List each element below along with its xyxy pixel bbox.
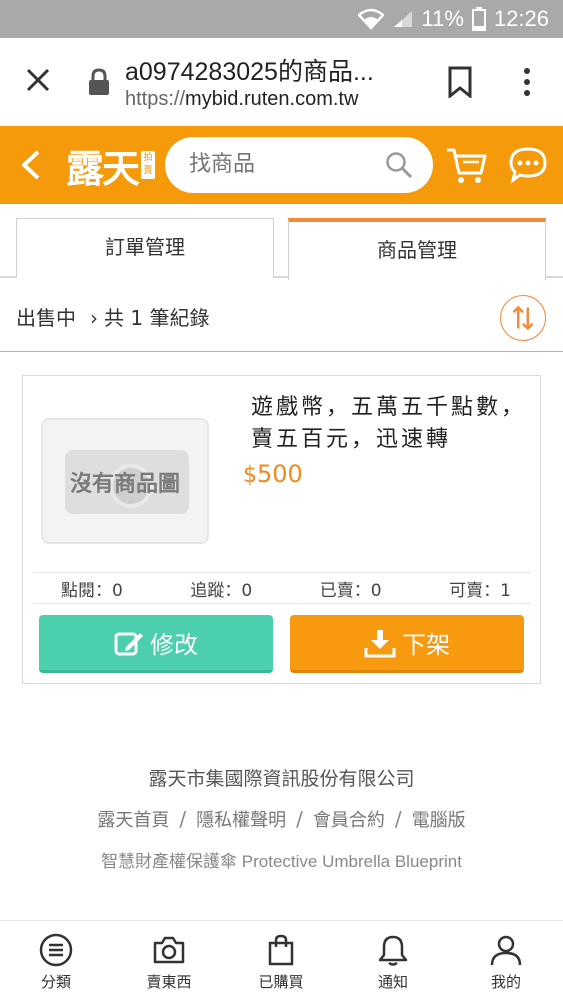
nav-categories[interactable]: 分類 — [11, 933, 101, 992]
nav-label: 已購買 — [258, 973, 304, 991]
footer-links: 露天首頁 / 隱私權聲明 / 會員合約 / 電腦版 — [0, 806, 563, 832]
nav-sell[interactable]: 賣東西 — [124, 933, 214, 992]
tab-order-management[interactable]: 訂單管理 — [16, 218, 274, 278]
footer-link-desktop[interactable]: 電腦版 — [412, 810, 466, 831]
stat-available: 可賣：1 — [449, 580, 511, 601]
record-count: 共 1 筆紀錄 — [104, 306, 210, 330]
edit-label: 修改 — [150, 631, 198, 659]
stat-sold: 已賣：0 — [319, 580, 382, 601]
chat-icon[interactable] — [508, 146, 548, 184]
clock: 12:26 — [493, 6, 549, 31]
company-name: 露天市集國際資訊股份有限公司 — [148, 768, 415, 790]
product-stats: 點閱：0 追蹤：0 已賣：0 可賣：1 — [33, 572, 531, 604]
edit-button[interactable]: 修改 — [39, 615, 273, 673]
logo-text: 露天 — [66, 146, 140, 191]
menu-circle-icon — [39, 933, 73, 967]
footer-link-home[interactable]: 露天首頁 — [97, 810, 169, 831]
nav-notifications[interactable]: 通知 — [348, 933, 438, 992]
url-scheme: https:// — [125, 88, 186, 110]
user-icon — [490, 935, 522, 966]
tab-bar: 訂單管理 商品管理 — [0, 204, 563, 280]
unlist-button[interactable]: 下架 — [290, 615, 524, 673]
battery-icon — [471, 7, 486, 31]
shopping-bag-icon — [268, 934, 294, 966]
sort-button[interactable] — [500, 295, 546, 341]
divider: / — [296, 807, 303, 831]
nav-label: 通知 — [377, 973, 408, 991]
tab-product-management[interactable]: 商品管理 — [288, 218, 546, 280]
price-value: 500 — [257, 460, 303, 488]
product-price: $500 — [243, 460, 303, 488]
nav-purchased[interactable]: 已購買 — [236, 933, 326, 992]
camera-icon — [153, 936, 185, 964]
logo-badge: 拍賣 — [141, 151, 156, 179]
edit-icon — [114, 632, 143, 655]
chevron-right-icon: › — [90, 306, 98, 330]
download-icon — [364, 629, 396, 657]
lock-icon[interactable] — [88, 68, 110, 96]
breadcrumb: 出售中 › 共 1 筆紀錄 — [16, 302, 209, 331]
no-image-text: 沒有商品圖 — [69, 472, 180, 497]
browser-toolbar: a0974283025的商品... https://mybid.ruten.co… — [0, 38, 563, 126]
unlist-label: 下架 — [402, 631, 450, 659]
listing-subheader: 出售中 › 共 1 筆紀錄 — [0, 278, 563, 352]
nav-label: 分類 — [40, 973, 71, 991]
status-bar: 11% 12:26 — [0, 0, 563, 38]
url-bar[interactable]: https://mybid.ruten.com.tw — [125, 88, 358, 111]
search-icon[interactable] — [385, 151, 413, 179]
bookmark-icon[interactable] — [446, 66, 474, 98]
bell-icon — [378, 935, 408, 966]
page-title: a0974283025的商品... — [125, 58, 374, 86]
bottom-nav: 分類 賣東西 已購買 通知 我的 — [0, 920, 563, 1000]
app-header: 露天 拍賣 — [0, 126, 563, 204]
ip-protection-link[interactable]: 智慧財產權保護傘 Protective Umbrella Blueprint — [0, 847, 563, 872]
status-filter[interactable]: 出售中 — [16, 306, 76, 330]
nav-label: 我的 — [490, 973, 521, 991]
search-box[interactable] — [165, 137, 433, 193]
divider: / — [394, 807, 402, 831]
cart-icon[interactable] — [445, 146, 487, 186]
ruten-logo[interactable]: 露天 拍賣 — [66, 138, 156, 192]
nav-my-account[interactable]: 我的 — [461, 933, 551, 992]
battery-percent: 11% — [421, 6, 464, 31]
more-vert-icon[interactable] — [515, 66, 539, 98]
product-thumbnail[interactable]: 沒有商品圖 — [41, 418, 209, 544]
url-domain: mybid.ruten.com.tw — [185, 88, 359, 110]
back-arrow-icon[interactable] — [18, 148, 44, 182]
search-input[interactable] — [189, 137, 379, 193]
close-icon[interactable] — [22, 64, 54, 96]
product-card[interactable]: 沒有商品圖 遊戲幣，五萬五千點數，賣五百元，迅速轉 $500 點閱：0 追蹤：0… — [22, 375, 541, 684]
nav-label: 賣東西 — [146, 973, 192, 991]
stat-watching: 追蹤：0 — [190, 580, 253, 601]
divider: / — [179, 807, 187, 831]
currency-symbol: $ — [243, 463, 257, 488]
product-title[interactable]: 遊戲幣，五萬五千點數，賣五百元，迅速轉 — [251, 392, 529, 456]
wifi-icon — [357, 8, 384, 30]
footer-link-terms[interactable]: 會員合約 — [313, 810, 385, 831]
footer-link-privacy[interactable]: 隱私權聲明 — [196, 810, 286, 831]
stat-views: 點閱：0 — [61, 580, 123, 601]
signal-icon — [392, 9, 414, 29]
